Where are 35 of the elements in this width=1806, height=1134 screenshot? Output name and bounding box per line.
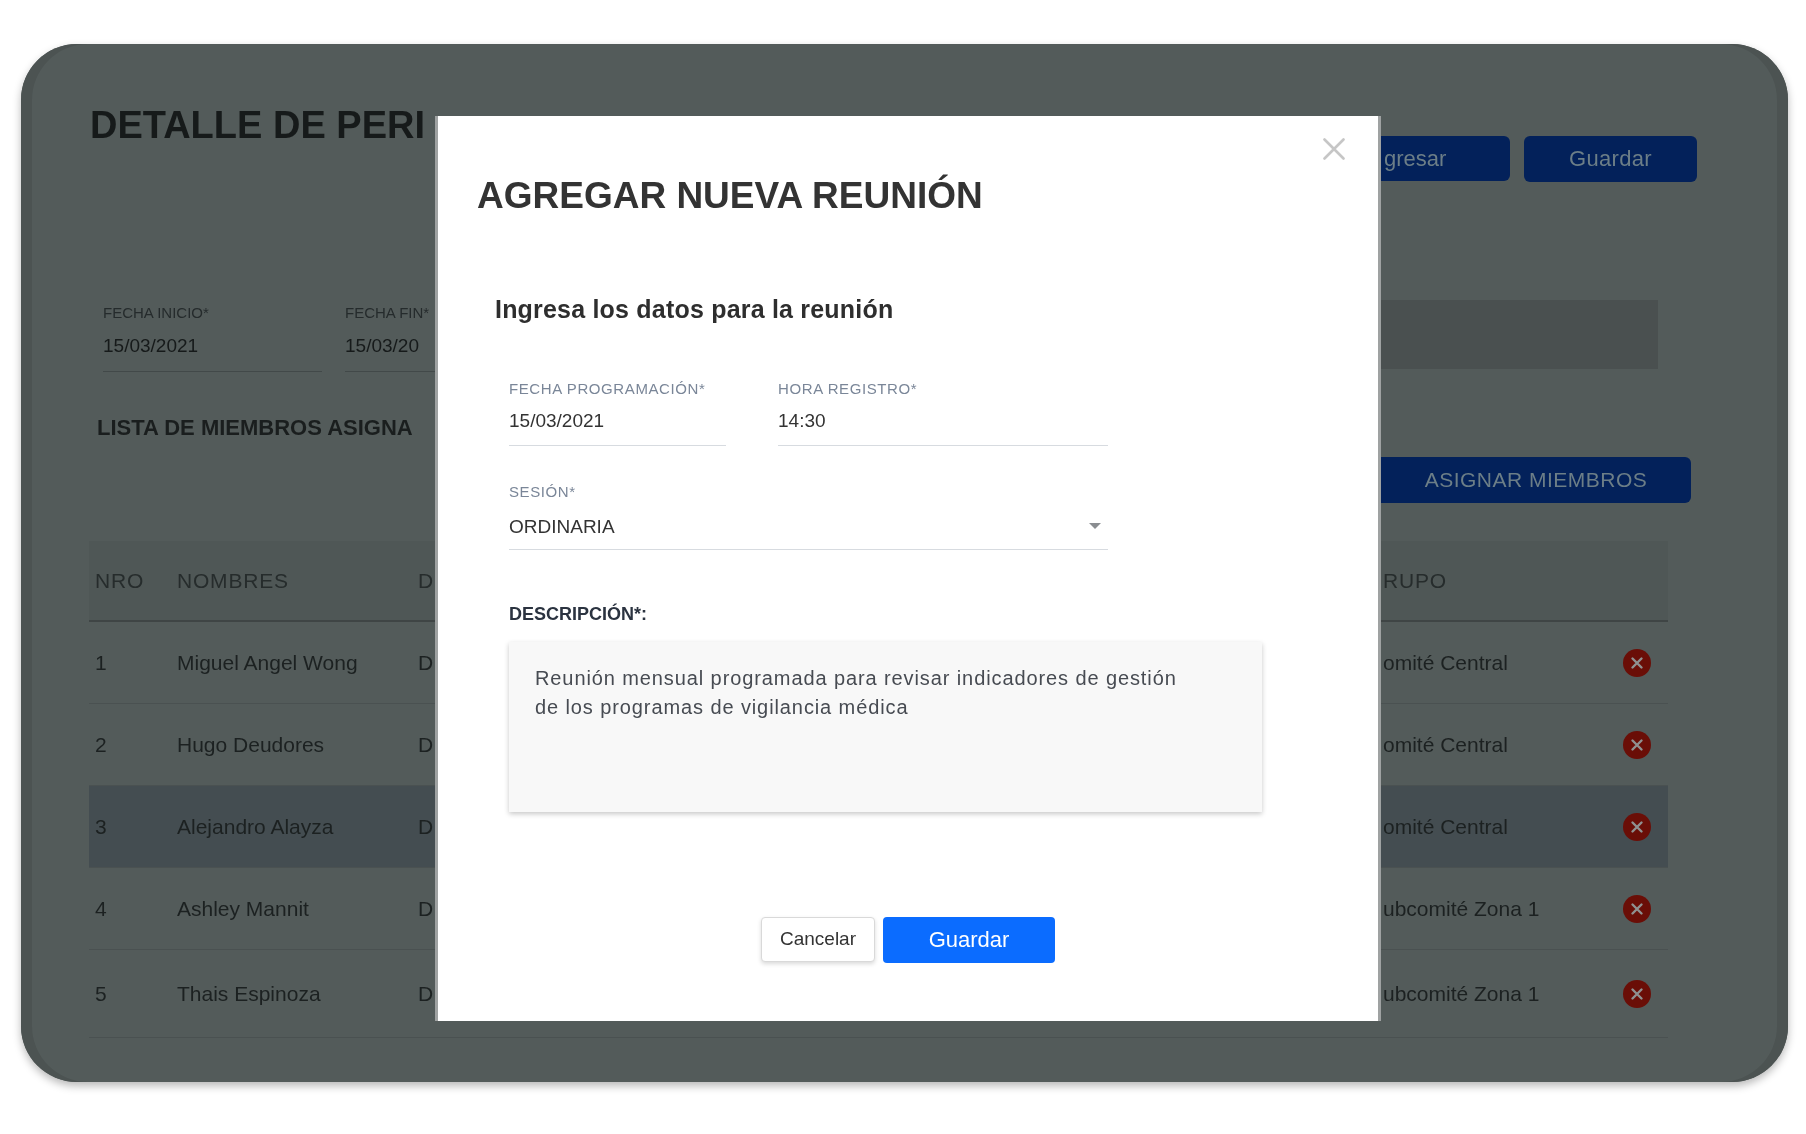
table-cell: 2 bbox=[95, 734, 107, 755]
table-cell: Hugo Deudores bbox=[177, 734, 325, 755]
dialog-subtitle: Ingresa los datos para la reunión bbox=[495, 297, 894, 322]
save-button[interactable]: Guardar bbox=[883, 917, 1055, 963]
table-cell: omité Central bbox=[1383, 734, 1508, 755]
date-field[interactable]: FECHA PROGRAMACIÓN* 15/03/2021 bbox=[509, 381, 726, 446]
section-title: LISTA DE MIEMBROS ASIGNA bbox=[97, 417, 413, 439]
x-circle-icon[interactable] bbox=[1623, 894, 1651, 923]
table-cell: ubcomité Zona 1 bbox=[1383, 983, 1540, 1004]
table-cell: D bbox=[418, 734, 434, 755]
x-circle-icon[interactable] bbox=[1623, 979, 1651, 1008]
page-title: DETALLE DE PERI bbox=[90, 106, 425, 144]
x-circle-icon[interactable] bbox=[1623, 730, 1651, 759]
table-cell: 4 bbox=[95, 898, 107, 919]
cancel-button[interactable]: Cancelar bbox=[761, 917, 875, 962]
x-circle-icon[interactable] bbox=[1623, 648, 1651, 677]
description-field[interactable]: Reunión mensual programada para revisar indicadores de gestión de los programas de vigilancia médica bbox=[509, 642, 1262, 812]
caret-icon bbox=[1089, 523, 1101, 529]
save-button[interactable]: Guardar bbox=[1524, 136, 1697, 182]
assign-members-button[interactable]: ASIGNAR MIEMBROS bbox=[1381, 457, 1691, 503]
table-cell: omité Central bbox=[1383, 652, 1508, 673]
table-cell: 5 bbox=[95, 983, 107, 1004]
table-cell: Miguel Angel Wong bbox=[177, 652, 358, 673]
x-circle-icon[interactable] bbox=[1623, 812, 1651, 841]
field-label: DESCRIPCIÓN*: bbox=[509, 604, 647, 623]
back-button[interactable]: gresar bbox=[1381, 136, 1510, 181]
table-cell: D bbox=[418, 983, 434, 1004]
table-cell: 1 bbox=[95, 652, 107, 673]
table-cell: D bbox=[418, 652, 434, 673]
table-cell: ubcomité Zona 1 bbox=[1383, 898, 1540, 919]
time-field[interactable]: HORA REGISTRO* 14:30 bbox=[778, 381, 1108, 446]
table-cell: Thais Espinoza bbox=[177, 983, 321, 1004]
select-field[interactable]: SESIÓN* ORDINARIA bbox=[509, 484, 1108, 550]
table-cell: Ashley Mannit bbox=[177, 898, 309, 919]
table-cell: D bbox=[418, 898, 434, 919]
